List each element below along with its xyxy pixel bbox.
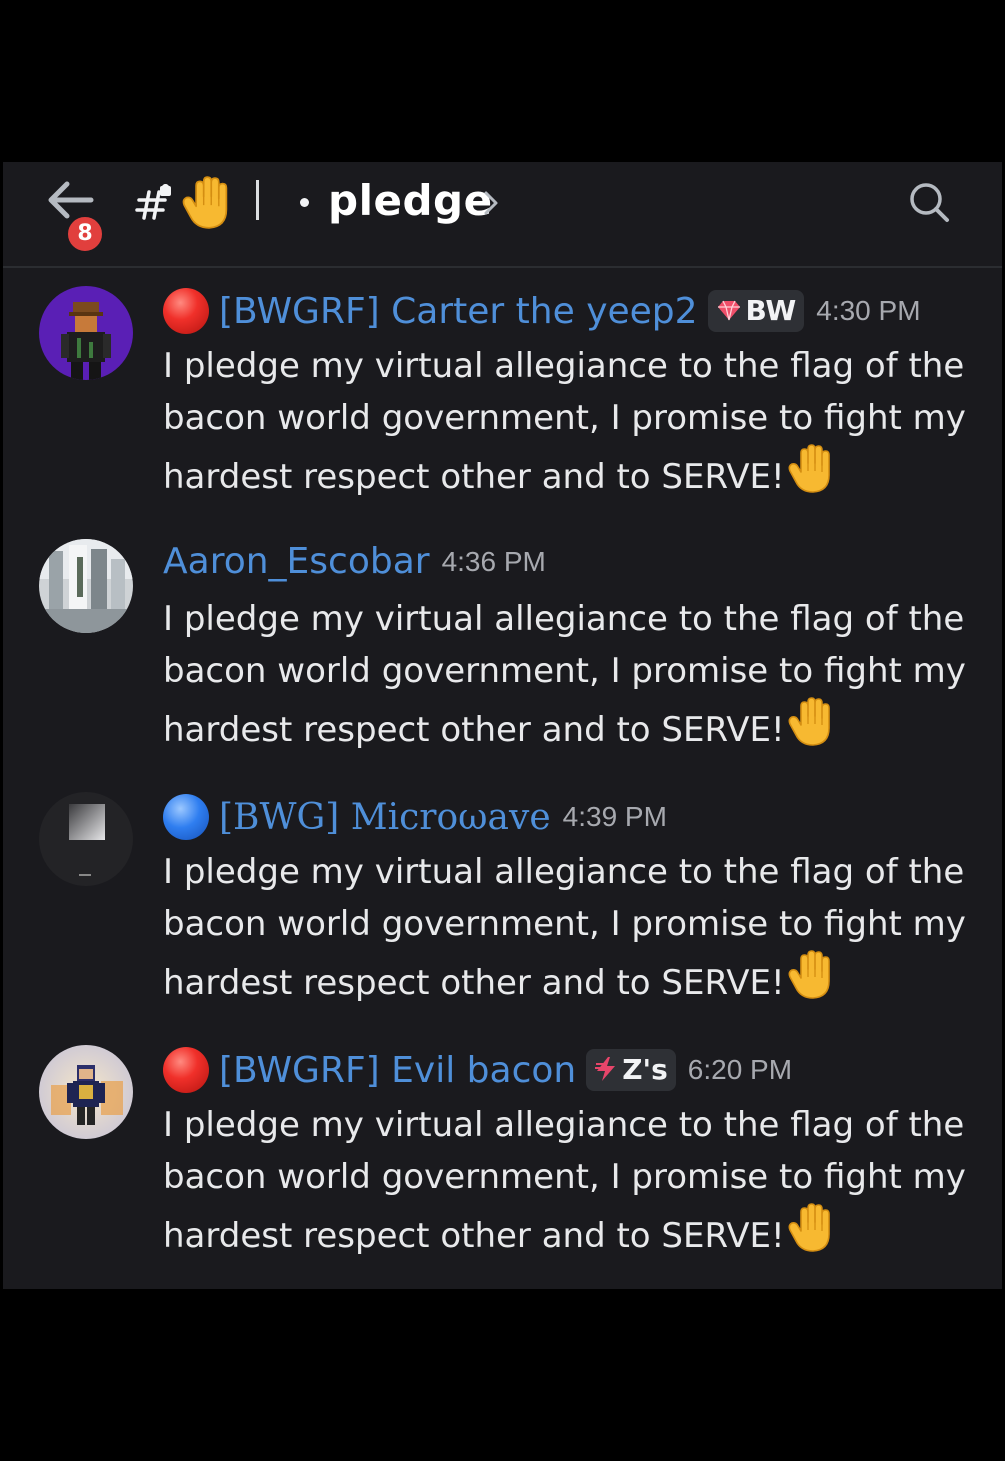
message-header: [BWGRF] Carter the yeep2 BW 4:30 PM xyxy=(163,288,921,338)
channel-header: 8 pledge xyxy=(3,162,1002,268)
message: [BWGRF] Evil bacon Z's 6:20 PM I pledge my… xyxy=(3,1025,1002,1275)
avatar[interactable] xyxy=(39,792,133,886)
discord-channel-view: 8 pledge [BWGRF] Carter the yeep2 BW 4:3… xyxy=(3,162,1002,1289)
message-line: I pledge my virtual allegiance to the fl… xyxy=(163,852,965,892)
message: Aaron_Escobar 4:36 PM I pledge my virtual… xyxy=(3,519,1002,769)
roblox-avatar-image xyxy=(39,1045,133,1139)
avatar[interactable] xyxy=(39,286,133,380)
message: [BWGRF] Carter the yeep2 BW 4:30 PM I pled… xyxy=(3,266,1002,516)
message-line: bacon world government, I promise to fig… xyxy=(163,1157,966,1197)
unread-badge: 8 xyxy=(65,214,105,254)
lightning-icon xyxy=(595,1057,616,1081)
raised-hand-icon xyxy=(787,1203,837,1253)
channel-name[interactable]: pledge xyxy=(328,176,493,225)
username[interactable]: Aaron_Escobar xyxy=(163,541,430,582)
unread-dot xyxy=(300,198,309,207)
avatar[interactable] xyxy=(39,539,133,633)
username[interactable]: [BWG] Microωave xyxy=(219,797,551,838)
blue-circle-icon xyxy=(163,794,209,840)
server-tag[interactable]: Z's xyxy=(586,1049,676,1091)
tag-label: BW xyxy=(745,294,797,327)
text-channel-locked-icon xyxy=(135,184,171,220)
timestamp: 6:20 PM xyxy=(687,1054,793,1085)
username[interactable]: [BWGRF] Evil bacon xyxy=(219,1050,576,1091)
server-tag[interactable]: BW xyxy=(707,290,805,332)
message-content: I pledge my virtual allegiance to the fl… xyxy=(163,340,966,503)
tag-label: Z's xyxy=(622,1053,668,1086)
raised-hand-icon xyxy=(787,444,837,494)
message-content: I pledge my virtual allegiance to the fl… xyxy=(163,846,966,1009)
timestamp: 4:36 PM xyxy=(441,545,546,577)
gem-icon xyxy=(717,300,740,321)
roblox-avatar-image xyxy=(39,286,133,380)
message-line: bacon world government, I promise to fig… xyxy=(163,398,966,438)
message-line: I pledge my virtual allegiance to the fl… xyxy=(163,346,965,386)
raised-hand-icon xyxy=(787,950,837,1000)
message-line: hardest respect other and to SERVE! xyxy=(163,963,785,1003)
message-header: [BWGRF] Evil bacon Z's 6:20 PM xyxy=(163,1047,792,1097)
raised-hand-icon xyxy=(181,176,235,230)
photo-avatar-image xyxy=(39,539,133,633)
avatar[interactable] xyxy=(39,1045,133,1139)
dark-avatar-image xyxy=(39,792,133,886)
message-line: bacon world government, I promise to fig… xyxy=(163,651,966,691)
red-circle-icon xyxy=(163,288,209,334)
timestamp: 4:39 PM xyxy=(562,801,667,832)
message-header: Aaron_Escobar 4:36 PM xyxy=(163,541,546,591)
message-header: [BWG] Microωave 4:39 PM xyxy=(163,794,667,844)
raised-hand-icon xyxy=(787,697,837,747)
search-icon[interactable] xyxy=(907,180,951,224)
message-content: I pledge my virtual allegiance to the fl… xyxy=(163,1099,966,1262)
message-line: I pledge my virtual allegiance to the fl… xyxy=(163,599,965,639)
timestamp: 4:30 PM xyxy=(816,295,921,326)
chevron-right-icon[interactable] xyxy=(481,188,501,218)
username[interactable]: [BWGRF] Carter the yeep2 xyxy=(219,291,698,332)
message-line: hardest respect other and to SERVE! xyxy=(163,1216,785,1256)
message-line: I pledge my virtual allegiance to the fl… xyxy=(163,1105,965,1145)
message-line: bacon world government, I promise to fig… xyxy=(163,904,966,944)
red-circle-icon xyxy=(163,1047,209,1093)
message-content: I pledge my virtual allegiance to the fl… xyxy=(163,593,966,756)
header-divider xyxy=(256,180,259,220)
message-line: hardest respect other and to SERVE! xyxy=(163,710,785,750)
message: [BWG] Microωave 4:39 PM I pledge my virtu… xyxy=(3,772,1002,1022)
back-button[interactable]: 8 xyxy=(43,180,105,254)
message-line: hardest respect other and to SERVE! xyxy=(163,457,785,497)
